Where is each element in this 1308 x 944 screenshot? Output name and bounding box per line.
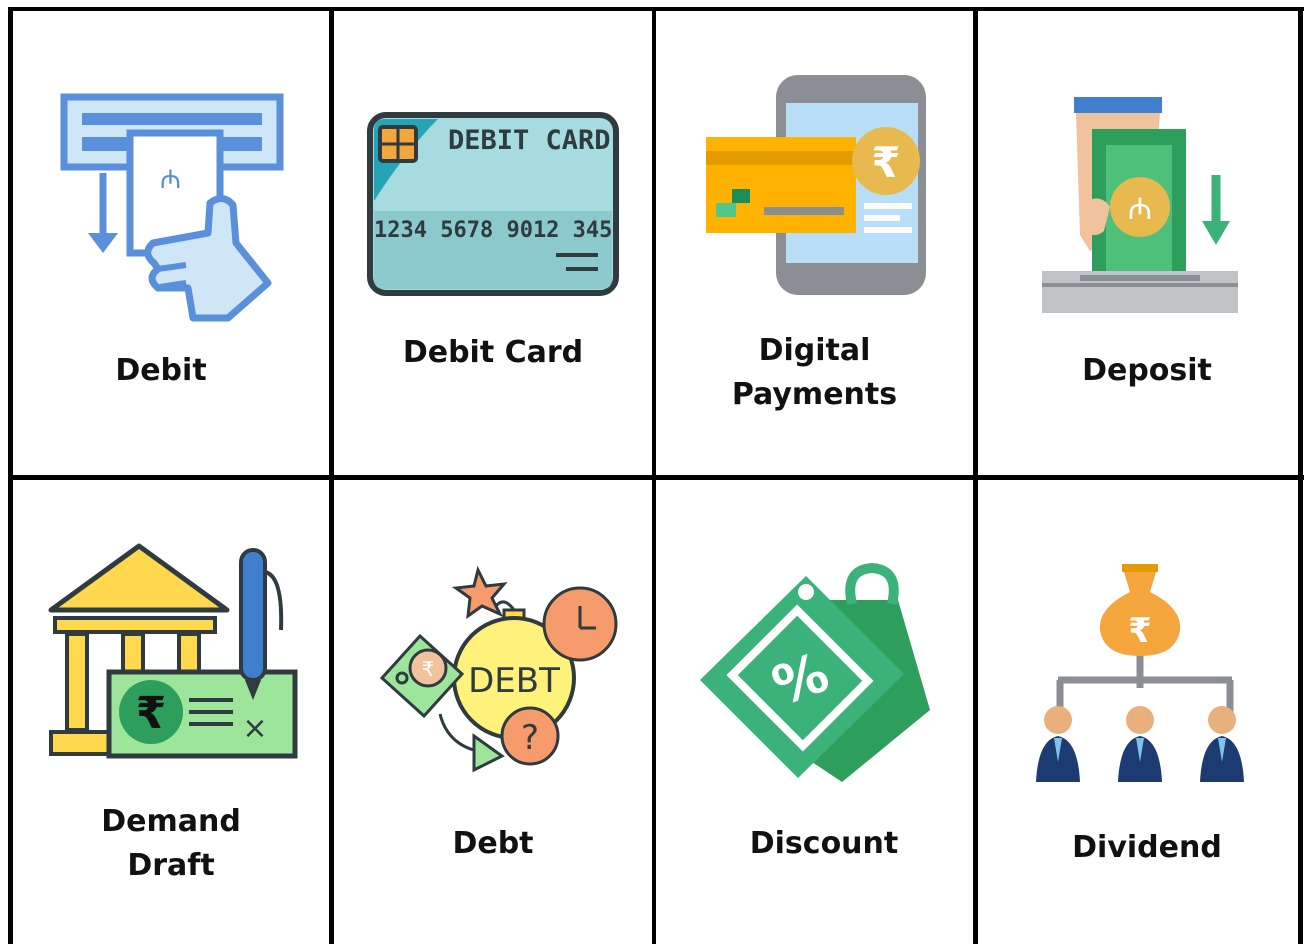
debt-bomb-icon: DEBT ₹ ? [379, 566, 618, 773]
atm-withdraw-icon: ₼ [60, 93, 284, 322]
card-label: Deposit [978, 349, 1308, 393]
card-label: Debit [13, 349, 309, 393]
flashcard-grid: ₼ Debit DEBIT CARD 1234 5678 9012 345 De… [0, 0, 1308, 944]
card-debt: DEBT ₹ ? Debt [334, 480, 652, 944]
mobile-payment-icon: ₹ [706, 75, 926, 295]
card-label-line: Debt [452, 826, 534, 861]
card-label: Discount [656, 822, 992, 866]
card-text: DEBIT CARD [448, 125, 611, 156]
card-deposit: ₼ Deposit [978, 11, 1298, 475]
card-label-line: Deposit [1082, 353, 1212, 388]
card-label-line: Demand [101, 804, 241, 839]
card-label: Demand Draft [13, 800, 329, 888]
bank-cheque-icon: ₹ × [48, 543, 298, 759]
card-symbol: ₼ [160, 165, 181, 195]
rupee-symbol: ₹ [136, 688, 167, 739]
question-symbol: ? [521, 718, 539, 758]
dividend-tree-icon: ₹ [1036, 564, 1244, 782]
card-label: Dividend [978, 826, 1308, 870]
coin-symbol: ₼ [1128, 192, 1152, 227]
card-number: 1234 5678 9012 345 [374, 218, 612, 243]
rupee-symbol: ₹ [422, 657, 435, 681]
card-label-line: Digital [758, 333, 871, 368]
card-discount: % Discount [656, 480, 973, 944]
card-dividend: ₹ Dividend [978, 480, 1298, 944]
card-label: Debit Card [334, 331, 652, 375]
card-label-line: Draft [127, 848, 215, 883]
card-label-line: Dividend [1072, 830, 1222, 865]
card-label: Debt [334, 822, 652, 866]
card-digital-payments: ₹ Digital Payments [656, 11, 973, 475]
cash-deposit-icon: ₼ [1042, 97, 1238, 313]
grid-right-border [1298, 7, 1303, 944]
card-label-line: Debit Card [402, 335, 584, 370]
card-label-line: Debit [115, 353, 207, 388]
card-label-line: Payments [731, 377, 898, 412]
card-label-line: Discount [749, 826, 899, 861]
card-debit-card: DEBIT CARD 1234 5678 9012 345 Debit Card [334, 11, 652, 475]
bomb-text: DEBT [468, 661, 560, 701]
card-label: Digital Payments [656, 329, 973, 417]
card-demand-draft: ₹ × Demand Draft [13, 480, 329, 944]
rupee-symbol: ₹ [1128, 611, 1152, 651]
cross-symbol: × [242, 711, 267, 746]
debit-card-icon: DEBIT CARD 1234 5678 9012 345 [367, 112, 619, 296]
rupee-symbol: ₹ [871, 138, 900, 187]
discount-tag-icon: % [700, 562, 930, 782]
card-debit: ₼ Debit [13, 11, 329, 475]
